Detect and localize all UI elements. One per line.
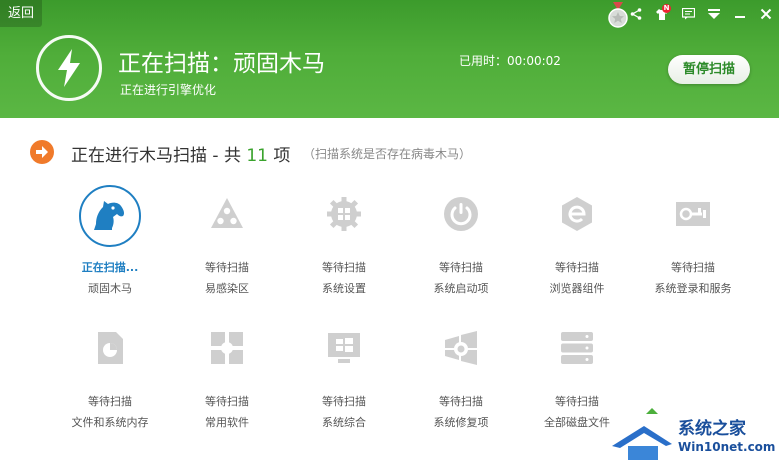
scan-item-name: 浏览器组件 [549, 282, 605, 295]
browser-icon [559, 196, 595, 232]
scan-item-name: 顽固木马 [88, 282, 132, 295]
section-title: 正在进行木马扫描 - 共 11 项 [71, 141, 290, 166]
scan-item-status: 等待扫描 [439, 261, 483, 274]
scan-header: 返回 N 正在扫描：顽固木马 正在进行引擎优化 已用时：00:00:02 暂停扫… [0, 0, 779, 118]
watermark-url: Win10net.com [678, 440, 776, 454]
share-icon[interactable] [623, 4, 649, 24]
scan-item-name: 系统启动项 [433, 282, 489, 295]
menu-icon[interactable] [701, 4, 727, 24]
item-count: 11 [246, 146, 268, 166]
scan-item-name: 常用软件 [205, 416, 249, 429]
infection-zone-icon [209, 196, 245, 232]
watermark-title: 系统之家 [678, 419, 746, 439]
scan-item-status: 等待扫描 [322, 395, 366, 408]
notification-badge: N [662, 4, 671, 13]
scan-item-status: 等待扫描 [555, 395, 599, 408]
close-icon[interactable] [753, 4, 779, 24]
scan-item-status: 等待扫描 [205, 261, 249, 274]
message-icon[interactable] [675, 4, 701, 24]
window-controls: N [623, 4, 779, 24]
windows-icon [326, 330, 362, 366]
scan-item-status: 等待扫描 [322, 261, 366, 274]
scan-item-status: 等待扫描 [439, 395, 483, 408]
power-icon [443, 196, 479, 232]
scan-item-status: 等待扫描 [671, 261, 715, 274]
scan-item-name: 系统设置 [322, 282, 366, 295]
back-button[interactable]: 返回 [0, 0, 42, 27]
memory-icon [92, 330, 128, 366]
minimize-icon[interactable] [727, 4, 753, 24]
section-title-prefix: 正在进行木马扫描 - 共 [71, 146, 241, 166]
scan-item-status: 正在扫描... [81, 261, 139, 274]
disk-icon [559, 330, 595, 366]
shirt-icon[interactable]: N [649, 4, 675, 24]
system-settings-icon [326, 196, 362, 232]
elapsed-time: 已用时：00:00:02 [459, 54, 561, 68]
pause-scan-button[interactable]: 暂停扫描 [668, 55, 750, 84]
scan-subtitle: 正在进行引擎优化 [120, 83, 217, 97]
scan-title: 正在扫描：顽固木马 [118, 51, 325, 77]
scan-item-status: 等待扫描 [555, 261, 599, 274]
trojan-scan-section-icon [30, 140, 54, 164]
section-title-suffix: 项 [273, 146, 291, 166]
scan-item-status: 等待扫描 [205, 395, 249, 408]
section-note: （扫描系统是否存在病毒木马） [303, 147, 472, 161]
scan-item-name: 系统登录和服务 [654, 282, 732, 295]
scan-item-status: 等待扫描 [88, 395, 132, 408]
scan-item-name: 系统修复项 [433, 416, 489, 429]
lightning-icon [58, 49, 80, 87]
software-icon [209, 330, 245, 366]
scan-item-name: 易感染区 [205, 282, 249, 295]
login-service-icon [675, 196, 711, 232]
scan-item-name: 文件和系统内存 [71, 416, 149, 429]
repair-icon [443, 330, 479, 366]
scan-status-ring [36, 35, 102, 101]
trojan-horse-icon [78, 184, 142, 248]
scan-item-name: 系统综合 [322, 416, 366, 429]
